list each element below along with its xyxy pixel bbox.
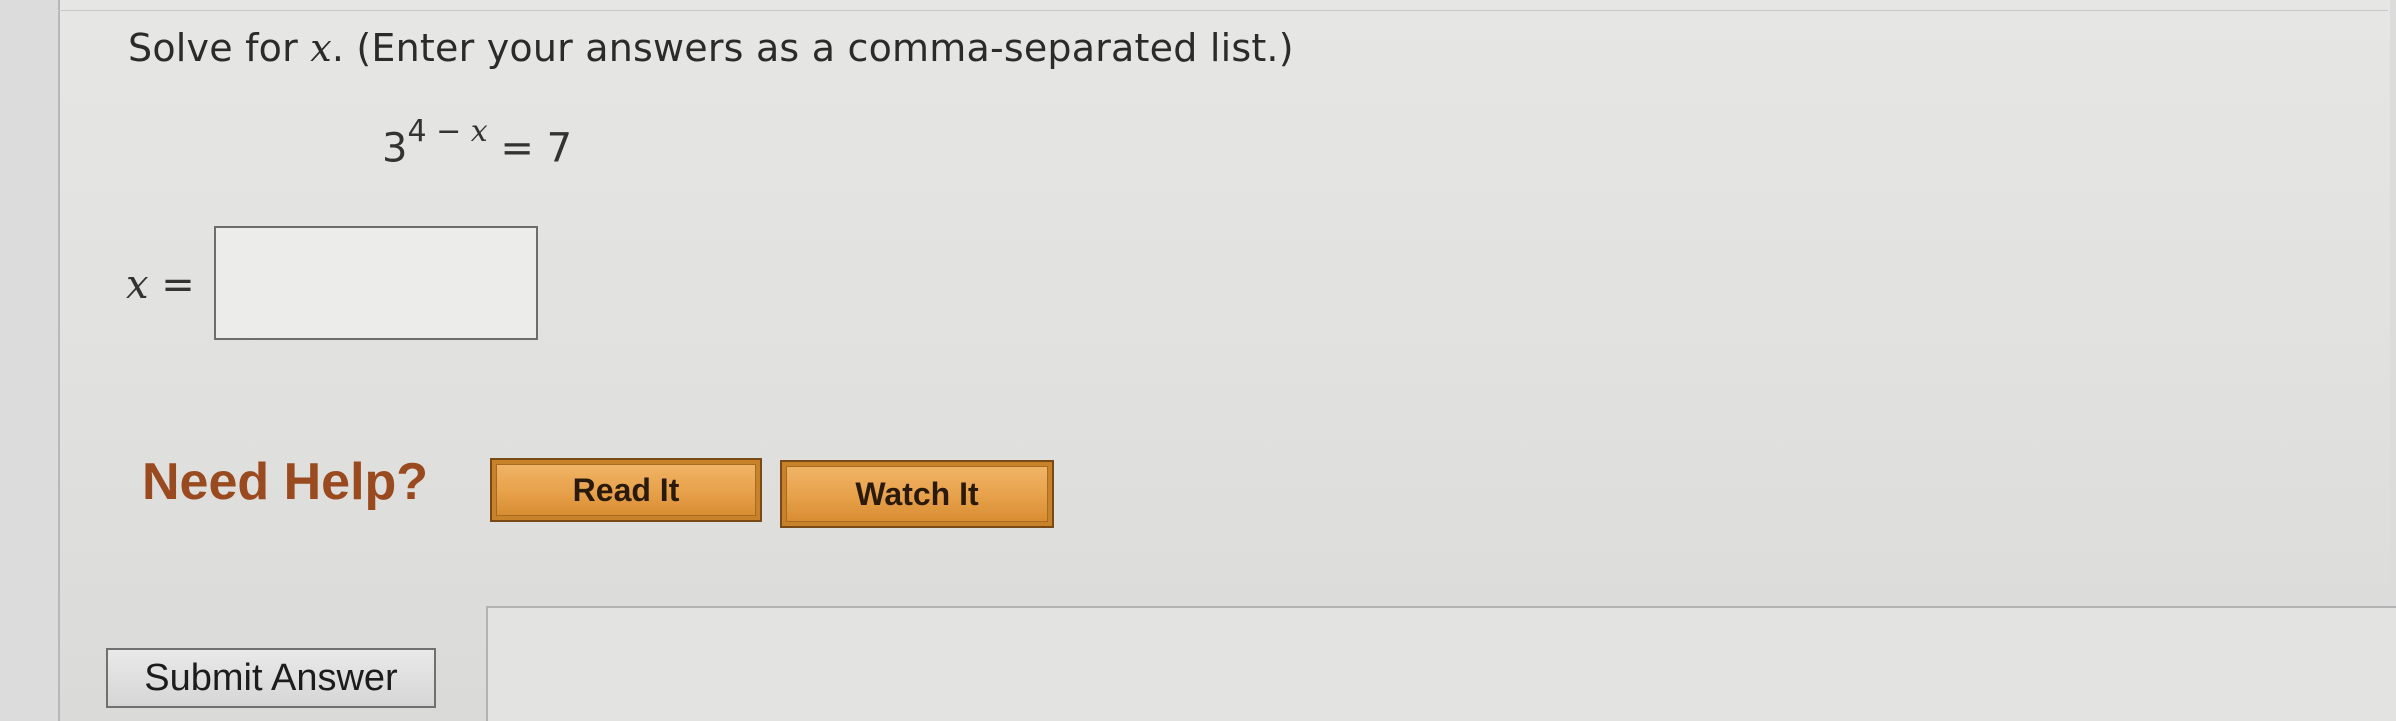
- prompt-variable: x: [310, 26, 332, 70]
- question-prompt: Solve for x. (Enter your answers as a co…: [128, 26, 1294, 70]
- panel-top-border: [58, 10, 2388, 11]
- prompt-text-before: Solve for: [128, 26, 311, 70]
- equation: 34 − x = 7: [382, 114, 573, 172]
- submit-answer-button[interactable]: Submit Answer: [106, 648, 436, 708]
- equation-exponent-variable: x: [470, 114, 488, 149]
- equation-exponent-number: 4 −: [407, 114, 471, 149]
- equation-rhs: = 7: [487, 125, 573, 172]
- answer-equals: =: [148, 262, 195, 308]
- prompt-text-after: . (Enter your answers as a comma-separat…: [331, 26, 1294, 70]
- read-it-button[interactable]: Read It: [490, 458, 762, 522]
- feedback-area: [486, 606, 2396, 721]
- answer-label: x =: [126, 262, 195, 308]
- equation-exponent: 4 − x: [407, 114, 487, 149]
- need-help-label: Need Help?: [142, 453, 429, 511]
- equation-base: 3: [382, 125, 408, 172]
- answer-input[interactable]: [214, 226, 538, 340]
- answer-variable: x: [126, 262, 149, 308]
- watch-it-label: Watch It: [786, 466, 1048, 522]
- read-it-label: Read It: [496, 464, 756, 516]
- watch-it-button[interactable]: Watch It: [780, 460, 1054, 528]
